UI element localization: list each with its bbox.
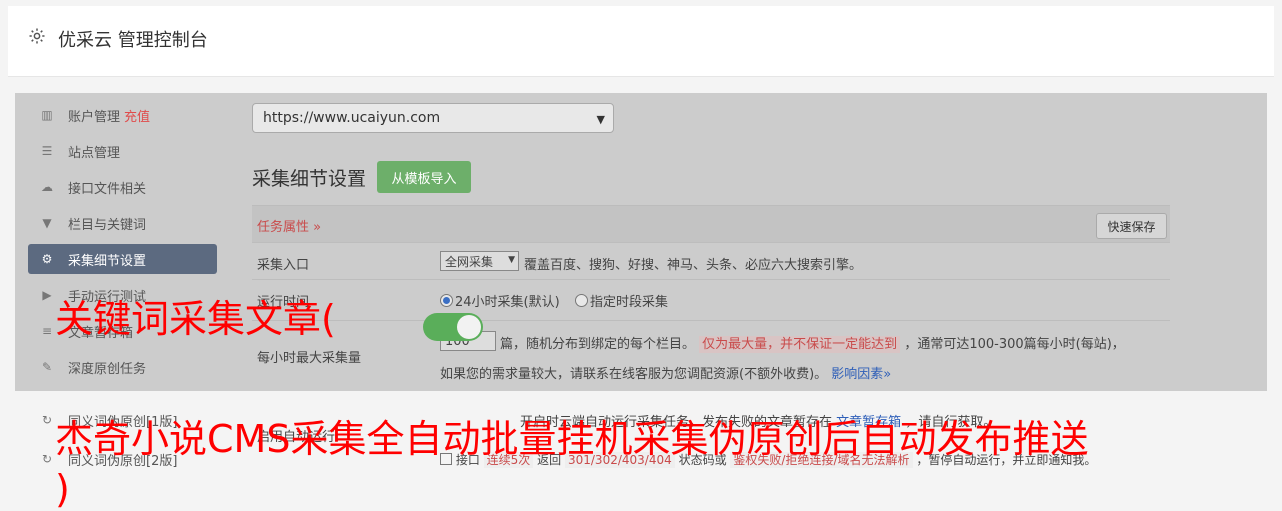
entry-desc: 覆盖百度、搜狗、好搜、神马、头条、必应六大搜索引擎。 — [524, 258, 863, 273]
entry-label: 采集入口 — [257, 258, 310, 273]
site-select[interactable]: https://www.ucaiyun.com ▼ — [252, 103, 614, 133]
sidebar-item-label: 账户管理 — [68, 109, 121, 125]
edit-icon: ✎ — [41, 360, 53, 374]
radio-checked[interactable] — [440, 294, 453, 307]
max-per-hour-label: 每小时最大采集量 — [257, 351, 362, 366]
refresh-icon: ↻ — [41, 452, 53, 466]
task-attr-bar: 任务属性 » 快速保存 — [252, 205, 1170, 242]
task-attr-toggle[interactable]: 任务属性 » — [257, 216, 321, 235]
auto-run-toggle[interactable] — [423, 313, 483, 341]
run-time-row: 运行时间 24小时采集(默认) 指定时段采集 — [252, 279, 1170, 320]
filter-icon: ▼ — [42, 216, 52, 230]
server-icon: ☰ — [41, 144, 53, 158]
cloud-upload-icon: ☁ — [41, 180, 53, 194]
bar-chart-icon: ▥ — [41, 108, 53, 122]
radio-24h[interactable]: 24小时采集(默认) — [440, 291, 560, 310]
radio-period-label: 指定时段采集 — [590, 295, 669, 310]
site-select-value: https://www.ucaiyun.com — [263, 110, 441, 126]
max-line-1: 篇，随机分布到绑定的每个栏目。 仅为最大量，并不保证一定能达到 ，通常可达100… — [500, 333, 1125, 353]
sidebar-item-label: 接口文件相关 — [68, 181, 147, 197]
sidebar-item-account[interactable]: ▥ 账户管理 充值 — [28, 100, 217, 130]
database-icon: ≡ — [41, 324, 53, 338]
sidebar-item-label: 站点管理 — [68, 145, 121, 161]
sidebar-item-interface[interactable]: ☁ 接口文件相关 — [28, 172, 217, 202]
sidebar-item-collect-settings[interactable]: ⚙ 采集细节设置 — [28, 244, 217, 274]
sidebar-item-keywords[interactable]: ▼ 栏目与关键词 — [28, 208, 217, 238]
radio-unchecked[interactable] — [575, 294, 588, 307]
page-title: 优采云 管理控制台 — [58, 30, 208, 51]
sidebar-item-sites[interactable]: ☰ 站点管理 — [28, 136, 217, 166]
overlay-title-line-1: 关键词采集文章( — [55, 297, 336, 341]
max-text-1: 篇，随机分布到绑定的每个栏目。 — [500, 337, 696, 352]
impact-factors-link[interactable]: 影响因素» — [831, 367, 891, 382]
max-text-2: ，通常可达100-300篇每小时(每站)， — [904, 337, 1125, 352]
max-highlight: 仅为最大量，并不保证一定能达到 — [699, 336, 901, 353]
play-icon: ▶ — [42, 288, 52, 302]
max-per-hour-row: 每小时最大采集量 100 篇，随机分布到绑定的每个栏目。 仅为最大量，并不保证一… — [252, 320, 1170, 391]
chevron-down-icon: ▼ — [596, 113, 605, 126]
entry-select[interactable]: 全网采集 ▼ — [440, 251, 519, 271]
quick-save-button[interactable]: 快速保存 — [1096, 213, 1167, 239]
section-title: 采集细节设置 — [252, 168, 367, 190]
max-text-3: 如果您的需求量较大，请联系在线客服为您调配资源(不额外收费)。 — [440, 367, 828, 382]
recharge-link[interactable]: 充值 — [124, 106, 150, 125]
sidebar-item-label: 栏目与关键词 — [68, 217, 147, 233]
radio-period[interactable]: 指定时段采集 — [575, 291, 668, 310]
sidebar-item-deep-original[interactable]: ✎ 深度原创任务 — [28, 352, 217, 382]
radio-24h-label: 24小时采集(默认) — [455, 295, 560, 310]
overlay-title-line-3: ) — [55, 467, 70, 511]
entry-row: 采集入口 全网采集 ▼ 覆盖百度、搜狗、好搜、神马、头条、必应六大搜索引擎。 — [252, 242, 1170, 279]
import-template-button[interactable]: 从模板导入 — [377, 161, 471, 193]
top-bar: 优采云 管理控制台 — [8, 6, 1274, 77]
refresh-icon: ↻ — [41, 413, 53, 427]
max-line-2: 如果您的需求量较大，请联系在线客服为您调配资源(不额外收费)。 影响因素» — [440, 363, 891, 382]
gear-icon — [29, 28, 45, 44]
gears-icon: ⚙ — [41, 252, 53, 266]
chevron-down-icon: ▼ — [508, 255, 515, 265]
sidebar-item-label: 采集细节设置 — [68, 253, 147, 269]
sidebar-item-label: 深度原创任务 — [68, 361, 147, 377]
entry-select-value: 全网采集 — [445, 254, 494, 269]
overlay-title-line-2: 杰奇小说CMS采集全自动批量挂机采集伪原创后自动发布推送 — [55, 417, 1089, 461]
